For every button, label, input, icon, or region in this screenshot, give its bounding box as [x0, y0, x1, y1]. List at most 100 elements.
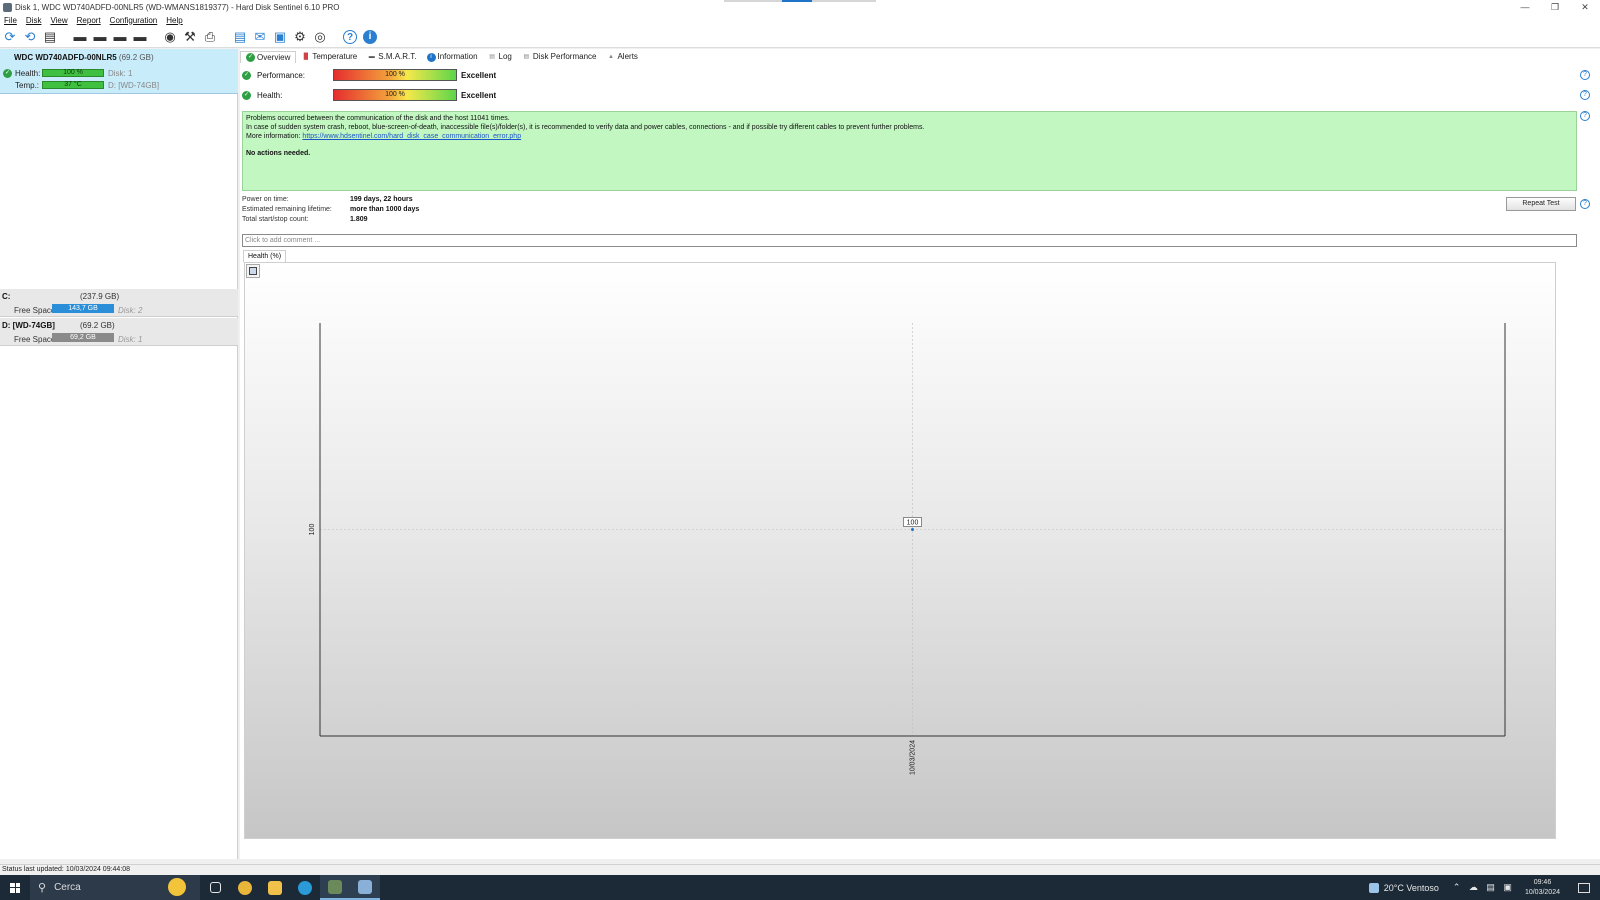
file-explorer-icon[interactable]	[260, 875, 290, 900]
volume-item[interactable]: C: (237.9 GB) Free Space 143,7 GB Disk: …	[0, 289, 238, 317]
lifetime-label: Estimated remaining lifetime:	[242, 206, 332, 213]
tab-overview[interactable]: ✓ Overview	[240, 51, 297, 63]
tray-icons[interactable]: ⌃ ☁ ▤ ▣	[1453, 882, 1515, 893]
disk-list-icon[interactable]: ▤	[42, 29, 58, 45]
tab-health-chart[interactable]: Health (%)	[243, 250, 287, 262]
toolbar-separator	[152, 29, 158, 45]
menu-report[interactable]: Report	[77, 16, 101, 25]
toolbar-separator	[62, 29, 68, 45]
free-space-bar: 69,2 GB	[52, 333, 114, 342]
help-icon[interactable]: ?	[1580, 111, 1590, 121]
backup-icon[interactable]: ◉	[162, 29, 178, 45]
free-space-label: Free Space	[14, 335, 56, 344]
refresh-all-icon[interactable]: ⟲	[22, 29, 38, 45]
task-view-icon[interactable]	[200, 875, 230, 900]
disk-check-icon[interactable]: ▬	[112, 29, 128, 45]
disk-surface-test-icon[interactable]: ▬	[92, 29, 108, 45]
windows-icon	[10, 882, 20, 893]
menu-help[interactable]: Help	[166, 16, 182, 25]
thermometer-icon: █	[303, 53, 308, 60]
disk-temp-bar: 37 °C	[42, 81, 104, 89]
disk-temp-drive: D: [WD-74GB]	[108, 81, 160, 90]
startstop-label: Total start/stop count:	[242, 216, 309, 223]
free-space-label: Free Space	[14, 306, 56, 315]
minimize-button[interactable]: —	[1510, 0, 1540, 14]
tab-smart[interactable]: ▬ S.M.A.R.T.	[362, 51, 421, 63]
check-icon: ✓	[246, 53, 255, 62]
tab-temperature[interactable]: █ Temperature	[296, 51, 362, 63]
menu-file[interactable]: File	[4, 16, 17, 25]
refresh-icon[interactable]: ⟳	[2, 29, 18, 45]
help-icon[interactable]: ?	[1580, 70, 1590, 80]
x-tick-label: 10/03/2024	[910, 740, 917, 775]
volume-name: C:	[2, 292, 11, 301]
menu-configuration[interactable]: Configuration	[110, 16, 158, 25]
clock-time: 09:46	[1533, 878, 1552, 886]
weather-widget[interactable]: 20°C Ventoso	[1368, 882, 1439, 893]
chrome-icon[interactable]	[230, 875, 260, 900]
tab-alerts[interactable]: ▲ Alerts	[601, 51, 642, 63]
y-tick-label: 100	[309, 524, 316, 536]
email-icon[interactable]: ✉	[252, 29, 268, 45]
message-actions: No actions needed.	[246, 150, 311, 157]
health-row: ✓ Health: 100 % Excellent	[242, 88, 496, 102]
help-icon[interactable]: ?	[1580, 90, 1590, 100]
data-point	[911, 528, 914, 531]
taskbar-search[interactable]: ⚲ Cerca	[30, 875, 200, 900]
maximize-button[interactable]: ❐	[1540, 0, 1570, 14]
menu-bar: File Disk View Report Configuration Help	[0, 14, 1600, 26]
close-button[interactable]: ✕	[1570, 0, 1600, 14]
window-title: Disk 1, WDC WD740ADFD-00NLR5 (WD-WMANS18…	[15, 2, 340, 12]
disk-settings-icon[interactable]: ▬	[132, 29, 148, 45]
disk-health-label: Health:	[15, 69, 41, 78]
log-icon: ▤	[489, 53, 495, 60]
system-tray: 20°C Ventoso ⌃ ☁ ▤ ▣ 09:46 10/03/2024	[1368, 875, 1600, 900]
disk-test-icon[interactable]: ▬	[72, 29, 88, 45]
comment-field[interactable]: Click to add comment ...	[242, 234, 1577, 247]
power-on-value: 199 days, 22 hours	[350, 196, 413, 203]
menu-view[interactable]: View	[50, 16, 67, 25]
volume-name: D: [WD-74GB]	[2, 321, 55, 330]
volume-disk: Disk: 2	[118, 306, 143, 315]
disk-stats: Power on time: 199 days, 22 hours Estimat…	[242, 195, 419, 225]
repeat-test-button[interactable]: Repeat Test	[1506, 197, 1576, 211]
more-info-link[interactable]: https://www.hdsentinel.com/hard_disk_cas…	[302, 133, 521, 140]
power-on-label: Power on time:	[242, 196, 289, 203]
hd-sentinel-task-icon[interactable]	[320, 875, 350, 900]
report-icon[interactable]: ▤	[232, 29, 248, 45]
network-icon[interactable]: ▣	[272, 29, 288, 45]
health-bar: 100 %	[333, 89, 457, 101]
edge-icon[interactable]	[290, 875, 320, 900]
disk-item[interactable]: WDC WD740ADFD-00NLR5 (69.2 GB) ✓ Health:…	[0, 49, 238, 94]
tools-icon[interactable]: ⚒	[182, 29, 198, 45]
tab-disk-performance[interactable]: ▤ Disk Performance	[517, 51, 602, 63]
search-highlight-icon	[168, 878, 186, 896]
performance-rating: Excellent	[461, 70, 497, 80]
info-icon: i	[426, 52, 436, 62]
help-icon[interactable]: ?	[1580, 199, 1590, 209]
help-icon[interactable]: ?	[342, 29, 358, 45]
disk-name: WDC WD740ADFD-00NLR5 (69.2 GB)	[14, 53, 154, 62]
info-icon[interactable]: i	[362, 29, 378, 45]
data-label: 100	[907, 520, 919, 527]
hd-sentinel-active-icon[interactable]	[350, 875, 380, 900]
tab-information[interactable]: i Information	[422, 51, 483, 63]
clock[interactable]: 09:46 10/03/2024	[1525, 878, 1560, 898]
start-button[interactable]	[0, 875, 30, 900]
volume-size: (237.9 GB)	[80, 292, 120, 301]
message-line: In case of sudden system crash, reboot, …	[246, 124, 925, 131]
notification-icon[interactable]	[1578, 882, 1590, 893]
status-bar: Status last updated: 10/03/2024 09:44:08	[0, 864, 1600, 875]
tab-log[interactable]: ▤ Log	[483, 51, 517, 63]
drive-icon: ▬	[368, 53, 375, 60]
toolbar-separator	[332, 29, 338, 45]
title-progress-indicator	[724, 0, 876, 2]
disk-number: Disk: 1	[108, 69, 133, 78]
print-icon[interactable]: ⎙	[202, 29, 218, 45]
volume-item[interactable]: D: [WD-74GB] (69.2 GB) Free Space 69,2 G…	[0, 318, 238, 346]
lifetime-value: more than 1000 days	[350, 206, 420, 213]
health-chart-area: 100 10/03/2024 100	[244, 262, 1556, 839]
alert-settings-icon[interactable]: ◎	[312, 29, 328, 45]
menu-disk[interactable]: Disk	[26, 16, 42, 25]
gear-icon[interactable]: ⚙	[292, 29, 308, 45]
